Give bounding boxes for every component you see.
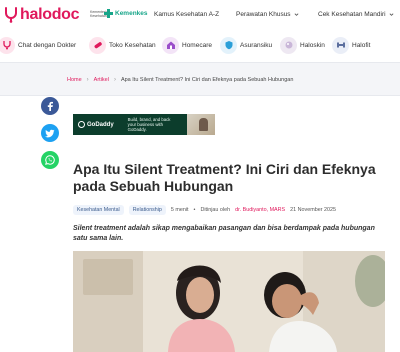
- topnav-cek-label: Cek Kesehatan Mandiri: [318, 11, 386, 18]
- chevron-down-icon: [389, 13, 394, 16]
- service-label: Halofit: [352, 41, 371, 49]
- service-homecare[interactable]: Homecare: [162, 36, 212, 54]
- godaddy-ad-banner[interactable]: GoDaddy Build, brand, and back your busi…: [73, 114, 215, 135]
- service-label: Homecare: [182, 41, 212, 49]
- publish-date: 21 November 2025: [290, 206, 337, 213]
- pill-icon: [89, 36, 106, 54]
- ad-logo-text: GoDaddy: [87, 121, 114, 128]
- godaddy-logo: GoDaddy: [78, 121, 114, 128]
- facebook-icon: [47, 101, 53, 111]
- breadcrumb-bar: Home › Artikel › Apa Itu Silent Treatmen…: [0, 62, 400, 96]
- topnav-perawatan[interactable]: Perawatan Khusus: [236, 11, 299, 18]
- kemenkes-small-text: Kementerian Kesehatan: [90, 9, 110, 18]
- couple-illustration: [73, 251, 385, 352]
- tag-kesehatan-mental[interactable]: Kesehatan Mental: [73, 204, 124, 215]
- service-toko-kesehatan[interactable]: Toko Kesehatan: [89, 36, 156, 54]
- ad-photo: [187, 114, 215, 135]
- topnav-perawatan-label: Perawatan Khusus: [236, 11, 291, 18]
- service-nav: Chat dengan Dokter Toko Kesehatan Homeca…: [0, 30, 400, 61]
- twitter-icon: [45, 129, 55, 137]
- shield-icon: [220, 36, 237, 54]
- stethoscope-icon: [0, 36, 15, 54]
- service-asuransiku[interactable]: Asuransiku: [220, 36, 272, 54]
- kemenkes-badge[interactable]: Kementerian Kesehatan Kemenkes: [90, 9, 148, 18]
- service-label: Toko Kesehatan: [109, 41, 156, 49]
- chevron-down-icon: [294, 13, 299, 16]
- kemenkes-cross-icon: [104, 9, 113, 18]
- article-hero-image: [73, 251, 385, 352]
- share-facebook-button[interactable]: [41, 97, 59, 115]
- share-twitter-button[interactable]: [41, 124, 59, 142]
- breadcrumb-current: Apa Itu Silent Treatment? Ini Ciri dan E…: [120, 77, 294, 83]
- breadcrumb-home[interactable]: Home: [67, 77, 82, 83]
- topnav-cek[interactable]: Cek Kesehatan Mandiri: [318, 11, 394, 18]
- halodoc-logo[interactable]: halodoc: [4, 5, 80, 25]
- topnav-kamus[interactable]: Kamus Kesehatan A-Z: [154, 11, 219, 18]
- breadcrumb: Home › Artikel › Apa Itu Silent Treatmen…: [67, 77, 293, 83]
- breadcrumb-separator-icon: ›: [86, 77, 89, 83]
- godaddy-logo-icon: [78, 121, 85, 128]
- read-time: 5 menit: [170, 206, 189, 213]
- stethoscope-logo-icon: [5, 7, 17, 23]
- meta-separator: •: [193, 206, 196, 213]
- share-whatsapp-button[interactable]: [41, 151, 59, 169]
- service-halofit[interactable]: Halofit: [332, 36, 370, 54]
- article-lead: Silent treatment adalah sikap mengabaika…: [73, 225, 375, 242]
- reviewed-prefix: Ditinjau oleh: [200, 206, 231, 213]
- tag-relationship[interactable]: Relationship: [128, 204, 166, 215]
- brand-name: halodoc: [20, 6, 80, 23]
- ad-copy: Build, brand, and back your business wit…: [127, 117, 171, 132]
- breadcrumb-separator-icon: ›: [113, 77, 116, 83]
- top-header: halodoc Kementerian Kesehatan Kemenkes K…: [0, 0, 400, 30]
- topnav-kamus-label: Kamus Kesehatan A-Z: [154, 11, 220, 18]
- article-title: Apa Itu Silent Treatment? Ini Ciri dan E…: [73, 161, 376, 194]
- service-label: Asuransiku: [240, 41, 273, 49]
- whatsapp-icon: [45, 155, 55, 165]
- breadcrumb-artikel[interactable]: Artikel: [94, 77, 109, 83]
- service-label: Haloskin: [300, 41, 325, 49]
- article-meta: Kesehatan Mental Relationship 5 menit • …: [73, 203, 336, 216]
- service-label: Chat dengan Dokter: [18, 41, 77, 49]
- kemenkes-label: Kemenkes: [115, 10, 148, 17]
- reviewer-link[interactable]: dr. Budiyanto, MARS: [235, 207, 285, 213]
- service-chat-dokter[interactable]: Chat dengan Dokter: [0, 36, 76, 54]
- haloskin-icon: [280, 36, 297, 54]
- homecare-icon: [162, 36, 179, 54]
- halofit-icon: [332, 36, 349, 54]
- service-haloskin[interactable]: Haloskin: [280, 36, 325, 54]
